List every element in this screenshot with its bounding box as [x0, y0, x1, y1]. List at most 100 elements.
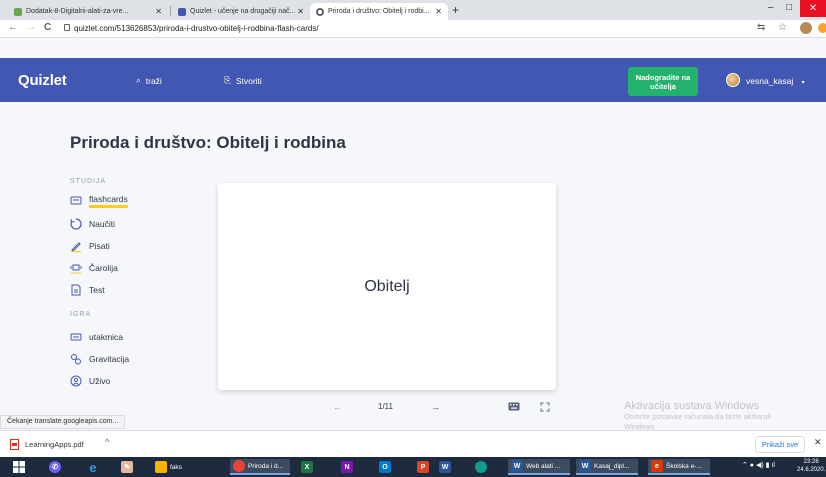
- pdf-file-icon: [10, 439, 19, 450]
- watermark-title: Aktivacija sustava Windows: [624, 400, 760, 412]
- start-button[interactable]: [10, 459, 25, 475]
- flashcard-term: Obitelj: [364, 277, 410, 295]
- lock-icon[interactable]: [64, 24, 70, 31]
- study-item-test[interactable]: Test: [70, 283, 105, 297]
- status-bar-text: Čekanje translate.googleapis.com...: [0, 415, 126, 429]
- taskbar-label: Web alati ...: [526, 462, 561, 470]
- clock-time: 23:26: [803, 459, 819, 465]
- tab-title: Priroda i društvo: Obitelj i rodbi...: [328, 8, 430, 15]
- close-tab-icon[interactable]: ✕: [155, 7, 162, 16]
- user-avatar[interactable]: [726, 73, 740, 87]
- system-tray[interactable]: ⌃ ● ◀) ▮ ıl: [742, 461, 775, 469]
- study-item-spell[interactable]: Čarolija: [70, 261, 118, 275]
- create-link[interactable]: ⎘ Stvoriti: [224, 75, 262, 86]
- spell-icon: [70, 262, 82, 274]
- chevron-down-icon: ▾: [801, 80, 805, 86]
- cards-icon: [70, 195, 82, 207]
- show-all-button[interactable]: Prikaži sve: [755, 436, 805, 453]
- bookmark-star-icon[interactable]: ☆: [778, 22, 787, 33]
- clock-date: 24.6.2020.: [797, 466, 826, 473]
- excel-taskbar-icon[interactable]: X: [298, 459, 313, 475]
- chrome-icon: [233, 460, 245, 472]
- edge-taskbar-icon[interactable]: e: [84, 459, 99, 475]
- browser-tab-active[interactable]: Priroda i društvo: Obitelj i rodbi... ✕: [310, 3, 448, 20]
- download-bar: LearningApps.pdf ^ Prikaži sve ✕: [0, 430, 826, 457]
- close-download-bar-icon[interactable]: ✕: [814, 437, 822, 448]
- learn-icon: [70, 218, 82, 230]
- taskbar-label: Kasaj_dipl...: [594, 462, 630, 470]
- quizlet-favicon-icon: [178, 7, 186, 16]
- close-tab-icon[interactable]: ✕: [435, 7, 442, 16]
- window-close-icon[interactable]: ✕: [800, 0, 826, 17]
- taskbar-item-word-dipl[interactable]: W Kasaj_dipl...: [576, 459, 638, 475]
- outlook-taskbar-icon[interactable]: O: [376, 459, 391, 475]
- username-menu[interactable]: vesna_kasaj ▾: [746, 76, 805, 86]
- back-button[interactable]: ←: [8, 22, 18, 33]
- taskbar-clock[interactable]: 23:26 24.6.2020.: [797, 459, 825, 475]
- study-item-label: Pisati: [89, 241, 110, 251]
- flashcard[interactable]: Obitelj: [218, 183, 556, 390]
- loading-favicon-icon: [316, 7, 324, 16]
- page-title: Priroda i društvo: Obitelj i rodbina: [70, 133, 346, 152]
- search-link[interactable]: ⌕ traži: [136, 75, 162, 86]
- taskbar-label: faks: [170, 463, 182, 471]
- browser-tab[interactable]: Dodatak-8-Digitalni-alati-za-vre... ✕: [8, 3, 168, 20]
- keyboard-shortcuts-icon[interactable]: [508, 402, 520, 413]
- next-card-button[interactable]: →: [431, 402, 440, 412]
- write-icon: [70, 240, 82, 252]
- url-field[interactable]: quizlet.com/513626853/priroda-i-drustvo-…: [74, 24, 319, 33]
- study-section-label: STUDIJA: [70, 178, 107, 185]
- upgrade-button[interactable]: Nadogradite na učitelja: [628, 67, 698, 96]
- forward-button[interactable]: →: [26, 22, 36, 33]
- game-item-label: Gravitacija: [89, 354, 130, 364]
- reload-button[interactable]: C: [44, 22, 51, 33]
- taskbar-item-word-web[interactable]: W Web alati ...: [508, 459, 570, 475]
- game-item-live[interactable]: Uživo: [70, 374, 110, 388]
- minimize-icon[interactable]: –: [768, 2, 774, 13]
- taskbar-item-chrome[interactable]: Priroda i d...: [230, 459, 290, 475]
- new-tab-button[interactable]: +: [452, 3, 459, 17]
- chevron-up-icon[interactable]: ^: [105, 437, 109, 447]
- game-item-match[interactable]: utakmica: [70, 330, 123, 344]
- study-item-label: Naučiti: [89, 219, 115, 229]
- live-icon: [70, 375, 82, 387]
- username-label: vesna_kasaj: [746, 76, 794, 86]
- viber-taskbar-icon[interactable]: ✆: [46, 459, 61, 475]
- taskbar-item-folder[interactable]: faks: [152, 459, 202, 475]
- close-tab-icon[interactable]: ✕: [297, 7, 304, 16]
- fullscreen-icon[interactable]: [540, 402, 550, 414]
- onenote-taskbar-icon[interactable]: N: [338, 459, 353, 475]
- create-icon: ⎘: [224, 75, 231, 85]
- prev-card-button[interactable]: ←: [333, 402, 342, 412]
- word-taskbar-icon[interactable]: W: [436, 459, 451, 475]
- update-icon[interactable]: [818, 23, 826, 33]
- study-item-label: Test: [89, 285, 105, 295]
- create-label: Stvoriti: [235, 75, 262, 86]
- translate-icon[interactable]: ⇆: [757, 22, 765, 33]
- maximize-icon[interactable]: □: [786, 2, 792, 13]
- browser-tab-strip: Dodatak-8-Digitalni-alati-za-vre... ✕ Qu…: [0, 0, 826, 20]
- site-favicon-icon: [14, 7, 22, 16]
- test-icon: [70, 284, 82, 296]
- taskbar-label: Priroda i d...: [248, 462, 284, 470]
- profile-avatar[interactable]: [800, 22, 812, 34]
- quizlet-logo[interactable]: Quizlet: [18, 72, 67, 89]
- game-item-gravity[interactable]: Gravitacija: [70, 352, 129, 366]
- e-skole-icon: e: [651, 460, 663, 472]
- study-item-learn[interactable]: Naučiti: [70, 217, 115, 231]
- paint-taskbar-icon[interactable]: ✎: [118, 459, 133, 475]
- tab-title: Dodatak-8-Digitalni-alati-za-vre...: [26, 8, 129, 15]
- taskbar-item-skolska[interactable]: e Školska e-...: [648, 459, 710, 475]
- tab-title: Quizlet - učenje na drugačiji nač...: [190, 8, 296, 15]
- windows-taskbar: ✆ e ✎ faks Priroda i d... X N O P W W We…: [0, 457, 826, 477]
- browser-tab[interactable]: Quizlet - učenje na drugačiji nač... ✕: [172, 3, 310, 20]
- tab-separator: [170, 6, 171, 16]
- game-item-label: Uživo: [89, 376, 111, 386]
- word-icon: W: [511, 460, 523, 472]
- study-item-flashcards[interactable]: flashcards: [70, 194, 128, 208]
- edge-chromium-taskbar-icon[interactable]: [472, 459, 487, 475]
- watermark-line: Otvorite postavke računala da biste akti…: [624, 412, 771, 421]
- download-item[interactable]: LearningApps.pdf: [10, 439, 84, 450]
- powerpoint-taskbar-icon[interactable]: P: [414, 459, 429, 475]
- study-item-write[interactable]: Pisati: [70, 239, 110, 253]
